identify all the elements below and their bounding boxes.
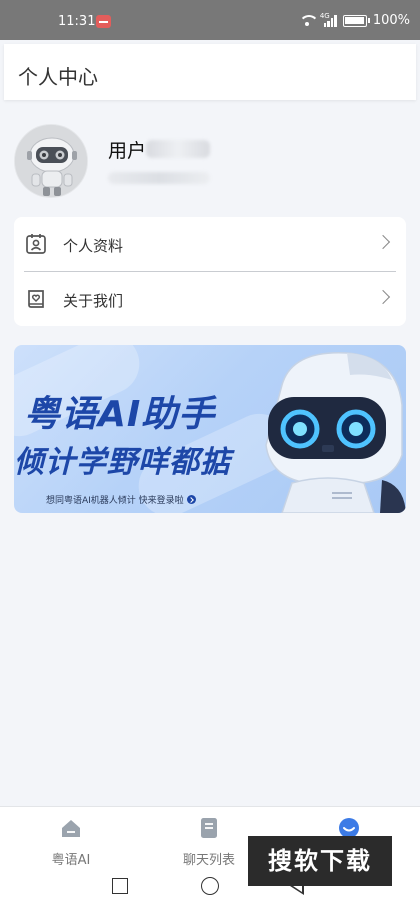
document-icon <box>201 818 217 838</box>
profile-menu: 个人资料 关于我们 <box>14 217 406 326</box>
chevron-right-icon <box>375 289 391 305</box>
menu-item-about-us[interactable]: 关于我们 <box>14 272 406 326</box>
chevron-right-icon <box>375 234 391 250</box>
page-header: 个人中心 <box>4 44 416 100</box>
banner-cta[interactable]: 想同粤语AI机器人倾计 快来登录啦 <box>46 493 196 506</box>
menu-item-profile-info[interactable]: 个人资料 <box>14 217 406 272</box>
robot-avatar-icon <box>15 125 87 197</box>
banner-subtitle: 倾计学野咩都掂 <box>14 445 231 480</box>
page-title: 个人中心 <box>18 65 98 89</box>
recent-apps-button[interactable] <box>112 878 128 894</box>
username-label: 用户 <box>108 140 147 162</box>
book-heart-icon <box>28 290 44 308</box>
battery-percent: 100% <box>372 13 410 28</box>
signal-icon: 4G <box>319 11 337 27</box>
id-card-icon <box>26 234 46 254</box>
notification-badge-icon <box>96 15 111 28</box>
username-redacted <box>146 140 210 158</box>
arrow-right-circle-icon <box>186 495 196 504</box>
profile-section[interactable]: 用户 <box>14 124 406 200</box>
banner-title: 粤语AI助手 <box>24 394 216 435</box>
user-id-redacted <box>108 172 210 184</box>
status-icons: 4G 100% <box>298 11 410 28</box>
status-time: 11:31 <box>58 14 96 29</box>
menu-label-about-us: 关于我们 <box>63 292 124 310</box>
tab-cantonese-ai[interactable]: 粤语AI <box>16 817 126 869</box>
banner-cta-text: 想同粤语AI机器人倾计 快来登录啦 <box>46 496 184 506</box>
tab-label: 粤语AI <box>51 853 91 868</box>
status-bar: 11:31 4G 100% <box>0 0 420 40</box>
home-button[interactable] <box>201 877 219 895</box>
avatar[interactable] <box>14 124 88 198</box>
home-icon <box>62 820 80 837</box>
network-type: 4G <box>319 11 330 20</box>
robot-illustration-icon <box>265 352 406 513</box>
wifi-icon <box>298 14 319 27</box>
watermark-logo: 搜软下载 <box>248 836 392 886</box>
promo-banner[interactable]: 粤语AI助手 倾计学野咩都掂 想同粤语AI机器人倾计 快来登录啦 <box>14 345 406 513</box>
battery-icon <box>342 14 370 27</box>
menu-label-profile-info: 个人资料 <box>63 237 124 255</box>
